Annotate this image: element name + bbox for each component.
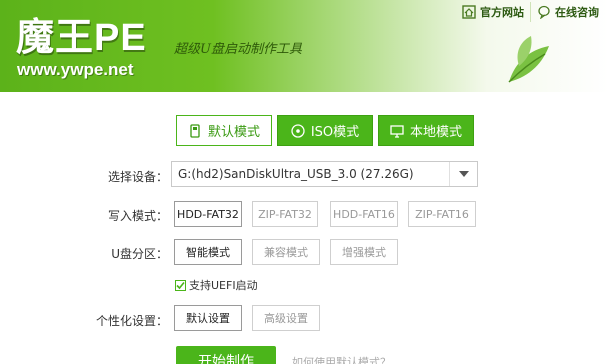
logo-url: www.ywpe.net xyxy=(17,60,134,79)
online-consult-link[interactable]: 在线咨询 xyxy=(531,0,605,24)
write-mode-zip-fat32[interactable]: ZIP-FAT32 xyxy=(252,201,318,227)
start-button[interactable]: 开始制作 xyxy=(176,346,276,364)
logo-title: 魔王PE xyxy=(16,17,147,59)
leaf-logo-icon xyxy=(508,36,549,83)
device-select-value: G:(hd2)SanDiskUltra_USB_3.0 (27.26G) xyxy=(178,167,414,181)
write-mode-hdd-fat16[interactable]: HDD-FAT16 xyxy=(330,201,398,227)
checkbox-check-icon xyxy=(175,279,186,291)
monitor-icon xyxy=(390,124,404,138)
uefi-checkbox-label: 支持UEFI启动 xyxy=(189,279,258,292)
slogan: 超级U盘启动制作工具 xyxy=(174,42,302,57)
tab-default-mode-label: 默认模式 xyxy=(207,125,260,140)
write-mode-zip-fat16[interactable]: ZIP-FAT16 xyxy=(408,201,476,227)
tab-iso-mode[interactable]: ISO模式 xyxy=(277,115,373,146)
partition-label: U盘分区： xyxy=(111,247,168,261)
partition-smart-mode[interactable]: 智能模式 xyxy=(174,239,242,265)
tab-local-mode-label: 本地模式 xyxy=(409,125,462,140)
tab-default-mode[interactable]: 默认模式 xyxy=(176,115,272,146)
online-consult-label: 在线咨询 xyxy=(555,6,599,19)
help-hint-link[interactable]: 如何使用默认模式？ xyxy=(292,354,391,364)
home-icon xyxy=(462,5,476,19)
write-mode-hdd-fat32[interactable]: HDD-FAT32 xyxy=(174,201,242,227)
uefi-checkbox[interactable]: 支持UEFI启动 xyxy=(175,277,258,293)
tab-iso-mode-label: ISO模式 xyxy=(310,125,360,140)
chevron-down-icon[interactable] xyxy=(449,162,477,186)
default-settings-button[interactable]: 默认设置 xyxy=(174,305,242,331)
usb-icon xyxy=(190,123,200,138)
mode-tabs: 默认模式 ISO模式 本地模式 xyxy=(176,115,479,146)
advanced-settings-button[interactable]: 高级设置 xyxy=(252,305,320,331)
device-label: 选择设备： xyxy=(107,170,168,184)
official-site-label: 官方网站 xyxy=(480,6,524,19)
top-links: 官方网站 在线咨询 xyxy=(456,0,605,24)
disc-icon xyxy=(291,123,305,138)
tab-local-mode[interactable]: 本地模式 xyxy=(378,115,474,146)
partition-enhanced-mode[interactable]: 增强模式 xyxy=(330,239,398,265)
official-site-link[interactable]: 官方网站 xyxy=(456,0,530,24)
chat-bubble-icon xyxy=(538,5,550,19)
write-mode-label: 写入模式： xyxy=(107,209,168,223)
partition-compatible-mode[interactable]: 兼容模式 xyxy=(252,239,320,265)
personal-settings-label: 个性化设置： xyxy=(95,314,168,328)
device-select[interactable]: G:(hd2)SanDiskUltra_USB_3.0 (27.26G) xyxy=(171,161,478,187)
header-banner: 魔王PE www.ywpe.net 超级U盘启动制作工具 官方网站 在线咨询 xyxy=(0,0,609,92)
app-window: 魔王PE www.ywpe.net 超级U盘启动制作工具 官方网站 在线咨询 默… xyxy=(0,0,609,364)
